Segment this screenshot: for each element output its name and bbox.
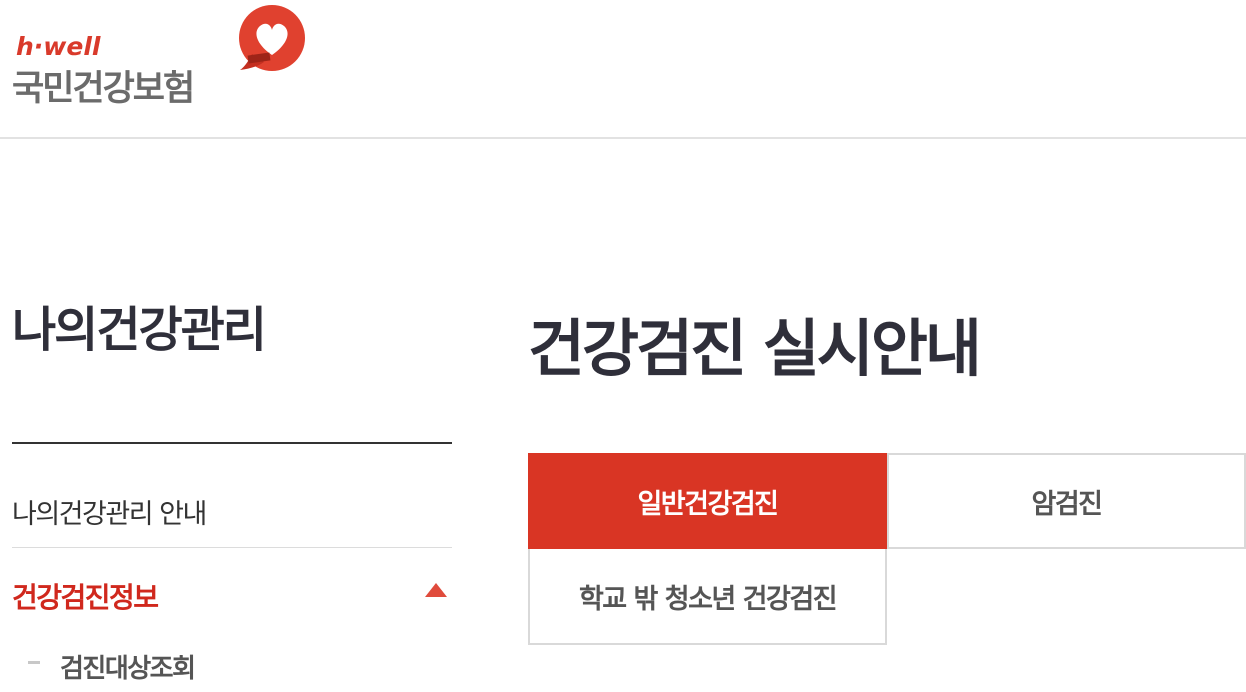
tab-label: 일반건강검진 <box>637 488 779 520</box>
nhis-logo[interactable]: h·well 국민건강보험 <box>12 4 305 109</box>
page-title: 건강검진 실시안내 <box>528 312 982 385</box>
sidebar-item-my-health-guide[interactable]: 나의건강관리 안내 <box>12 444 452 548</box>
tab-cancer-screening[interactable]: 암검진 <box>887 453 1246 549</box>
heart-speech-bubble-icon <box>239 5 305 71</box>
logo-name: 국민건강보험 <box>12 69 195 109</box>
bullet-dash <box>28 661 40 664</box>
sidebar-title: 나의건강관리 <box>12 302 267 358</box>
triangle-up-icon <box>425 583 447 597</box>
sidebar-subitem-checkup-target-lookup[interactable]: 검진대상조회 <box>28 640 448 692</box>
tab-label: 암검진 <box>1031 488 1103 520</box>
sidebar-item-health-checkup-info[interactable]: 건강검진정보 <box>12 548 452 640</box>
tab-general-checkup[interactable]: 일반건강검진 <box>528 453 887 549</box>
logo-tagline: h·well <box>16 32 101 61</box>
sidebar-subitem-label: 검진대상조회 <box>60 654 196 684</box>
site-header: h·well 국민건강보험 <box>0 0 1246 139</box>
tab-out-of-school-youth-checkup[interactable]: 학교 밖 청소년 건강검진 <box>528 549 887 645</box>
sidebar-item-label: 건강검진정보 <box>12 581 159 614</box>
sidebar-item-label: 나의건강관리 안내 <box>12 499 207 530</box>
tab-label: 학교 밖 청소년 건강검진 <box>578 583 838 615</box>
